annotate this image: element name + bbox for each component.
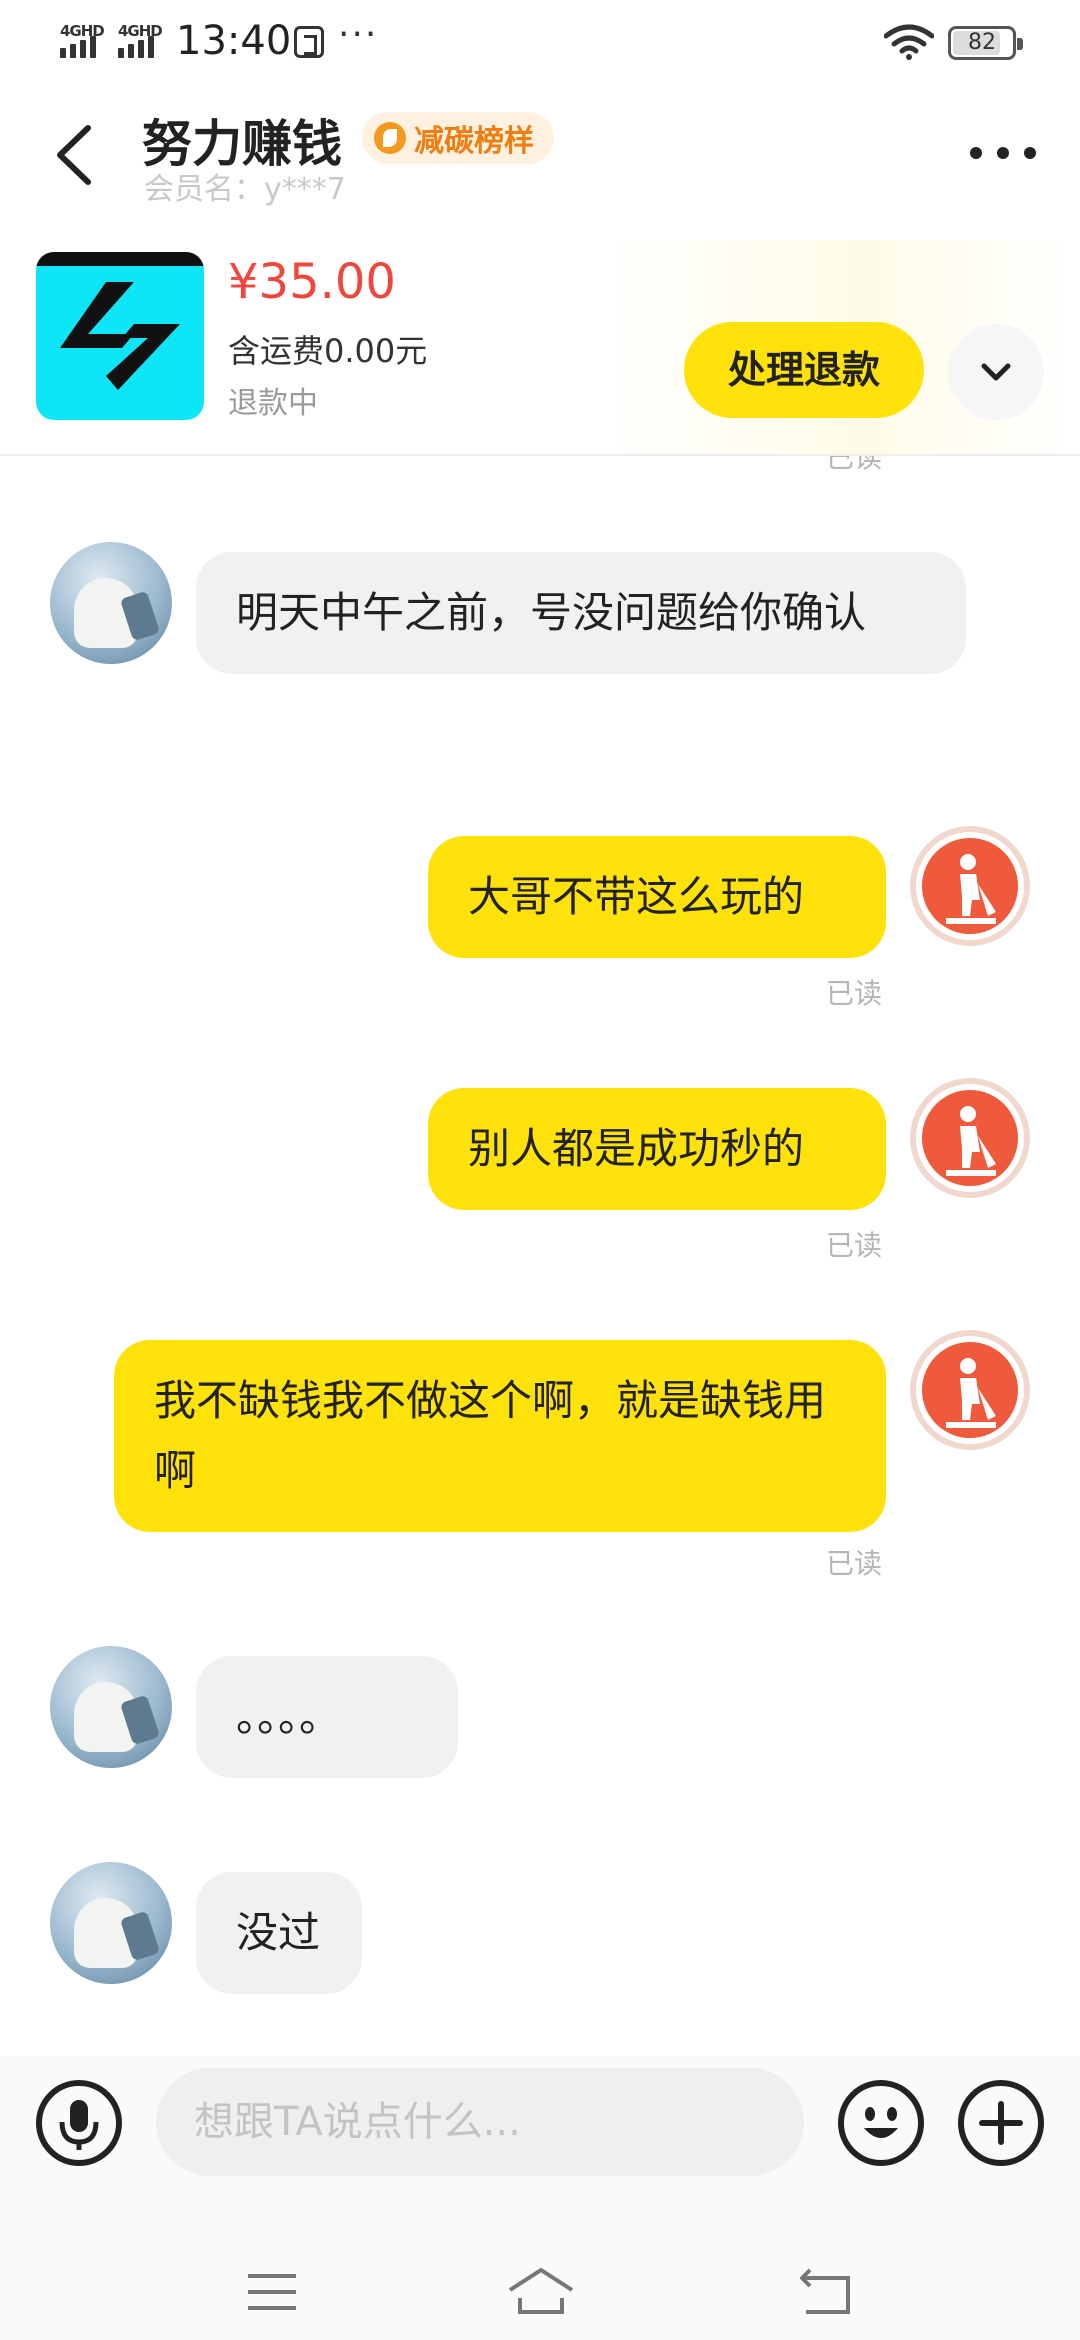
chat-header: 努力赚钱 减碳榜样 会员名：y***7	[0, 84, 1080, 240]
signal-icon: 4GHD	[60, 22, 108, 62]
expand-button[interactable]	[948, 324, 1044, 420]
signal-label: 4GHD	[118, 22, 163, 40]
message-bubble-incoming[interactable]: 没过	[196, 1872, 362, 1994]
system-nav-bar	[0, 2244, 1080, 2340]
refund-status: 退款中	[228, 386, 318, 421]
menu-icon[interactable]	[242, 2262, 302, 2322]
avatar[interactable]	[910, 1330, 1030, 1450]
wifi-icon	[884, 24, 934, 60]
more-dots-icon[interactable]	[968, 138, 1038, 168]
input-bar	[0, 2056, 1080, 2244]
read-status: 已读	[826, 1229, 883, 1262]
return-icon[interactable]	[796, 2262, 856, 2322]
battery-level: 82	[968, 30, 996, 55]
eco-badge[interactable]: 减碳榜样	[362, 112, 554, 164]
worker-icon	[946, 854, 996, 924]
message-bubble-outgoing[interactable]: 我不缺钱我不做这个啊，就是缺钱用啊	[114, 1340, 886, 1532]
badge-label: 减碳榜样	[414, 124, 534, 159]
leaf-badge-icon	[374, 122, 406, 154]
smiley-icon	[864, 2107, 898, 2138]
worker-icon	[946, 1106, 996, 1176]
read-status: 已读	[826, 456, 883, 474]
emoji-button[interactable]	[838, 2080, 924, 2166]
member-name: 会员名：y***7	[144, 172, 346, 207]
battery-indicator: 82	[948, 26, 1023, 60]
message-bubble-incoming[interactable]: 明天中午之前，号没问题给你确认	[196, 552, 966, 674]
microphone-icon	[59, 2100, 99, 2150]
handle-refund-button[interactable]: 处理退款	[684, 322, 924, 418]
message-bubble-incoming[interactable]: 。。。。	[196, 1656, 458, 1778]
product-thumbnail[interactable]	[36, 252, 204, 420]
read-status: 已读	[826, 977, 883, 1010]
read-status: 已读	[826, 1547, 883, 1580]
add-button[interactable]	[958, 2080, 1044, 2166]
status-time: 13:40	[176, 18, 292, 64]
avatar[interactable]	[50, 1862, 172, 1984]
chevron-down-icon	[981, 363, 1011, 381]
nfc-icon	[294, 26, 324, 58]
shipping-fee: 含运费0.00元	[228, 332, 428, 370]
product-card[interactable]: ¥35.00 含运费0.00元 退款中 处理退款	[0, 240, 1080, 456]
message-bubble-outgoing[interactable]: 大哥不带这么玩的	[428, 836, 886, 958]
avatar[interactable]	[50, 1646, 172, 1768]
voice-button[interactable]	[36, 2080, 122, 2166]
back-arrow-icon[interactable]	[48, 120, 104, 190]
status-more: ···	[338, 14, 379, 55]
home-icon[interactable]	[506, 2262, 576, 2322]
worker-icon	[946, 1358, 996, 1428]
avatar[interactable]	[50, 542, 172, 664]
message-bubble-outgoing[interactable]: 别人都是成功秒的	[428, 1088, 886, 1210]
message-input[interactable]	[156, 2068, 804, 2176]
plus-icon	[979, 2101, 1023, 2145]
signal-label: 4GHD	[60, 22, 105, 40]
avatar[interactable]	[910, 1078, 1030, 1198]
signal-icon: 4GHD	[118, 22, 166, 62]
product-logo-icon	[60, 282, 180, 390]
avatar[interactable]	[910, 826, 1030, 946]
status-bar: 4GHD 4GHD 13:40 ··· 82	[0, 0, 1080, 84]
chat-list[interactable]: 已读 明天中午之前，号没问题给你确认 大哥不带这么玩的 已读 别人都是成功秒的 …	[0, 456, 1080, 2056]
product-price: ¥35.00	[228, 254, 396, 310]
